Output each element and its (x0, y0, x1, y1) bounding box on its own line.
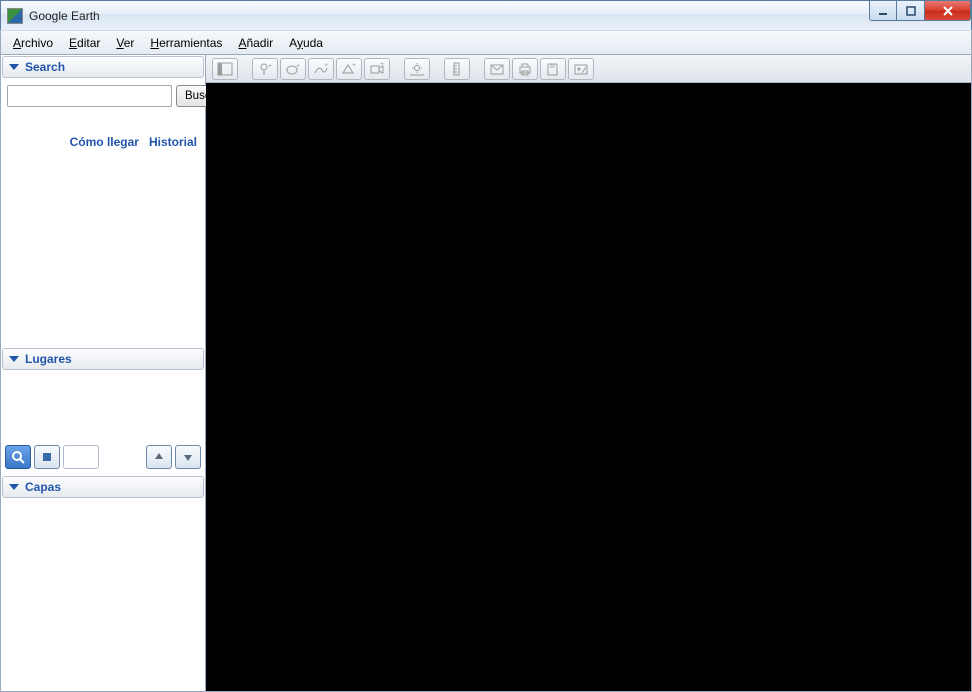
view-in-maps-button[interactable] (568, 58, 594, 80)
menu-archivo[interactable]: Archivo (5, 33, 61, 53)
menu-ayuda[interactable]: Ayuda (281, 33, 331, 53)
camera-icon: + (369, 62, 385, 76)
sidebar-places-title: Lugares (25, 352, 72, 366)
ruler-icon (449, 62, 465, 76)
app-icon (7, 8, 23, 24)
directions-link[interactable]: Cómo llegar (70, 135, 139, 149)
history-link[interactable]: Historial (149, 135, 197, 149)
window-title: Google Earth (29, 9, 100, 23)
arrow-down-icon (182, 451, 194, 463)
window-titlebar: Google Earth (0, 0, 972, 30)
record-tour-button[interactable]: + (364, 58, 390, 80)
places-stop-button[interactable] (34, 445, 60, 469)
collapse-icon (9, 484, 19, 490)
search-input[interactable] (7, 85, 172, 107)
magnifier-icon (11, 450, 25, 464)
svg-text:+: + (380, 62, 384, 68)
menu-herramientas[interactable]: Herramientas (142, 33, 230, 53)
sun-icon (409, 62, 425, 76)
add-image-overlay-button[interactable]: + (336, 58, 362, 80)
sidebar-icon (217, 62, 233, 76)
stop-icon (41, 451, 53, 463)
svg-text:+: + (296, 63, 300, 70)
pushpin-icon: + (257, 62, 273, 76)
print-button[interactable] (512, 58, 538, 80)
sidebar-layers-title: Capas (25, 480, 61, 494)
menubar: Archivo Editar Ver Herramientas Añadir A… (0, 30, 972, 55)
collapse-icon (9, 356, 19, 362)
sidebar-places-body (1, 371, 205, 441)
add-polygon-button[interactable]: + (280, 58, 306, 80)
sunlight-button[interactable] (404, 58, 430, 80)
places-up-button[interactable] (146, 445, 172, 469)
save-image-icon (545, 62, 561, 76)
maps-icon (573, 62, 589, 76)
add-path-button[interactable]: + (308, 58, 334, 80)
window-maximize-button[interactable] (897, 1, 925, 21)
svg-text:+: + (268, 63, 272, 70)
map-toolbar: + + + + + (206, 55, 971, 83)
sidebar-search-title: Search (25, 60, 65, 74)
svg-text:+: + (324, 62, 328, 69)
email-icon (489, 62, 505, 76)
polygon-icon: + (285, 62, 301, 76)
sidebar-layers-header[interactable]: Capas (2, 476, 204, 498)
menu-ver[interactable]: Ver (108, 33, 142, 53)
sidebar: Search Buscar Cómo llegar Historial Luga… (1, 55, 206, 691)
places-search-button[interactable] (5, 445, 31, 469)
sidebar-places-header[interactable]: Lugares (2, 348, 204, 370)
svg-text:+: + (352, 62, 356, 69)
collapse-icon (9, 64, 19, 70)
window-controls (869, 1, 971, 21)
ruler-button[interactable] (444, 58, 470, 80)
window-close-button[interactable] (925, 1, 971, 21)
main-content: + + + + + (206, 55, 971, 691)
sidebar-search-empty (1, 155, 205, 347)
sidebar-search-header[interactable]: Search (2, 56, 204, 78)
sidebar-layers-body (1, 499, 205, 691)
save-image-button[interactable] (540, 58, 566, 80)
map-viewport[interactable] (206, 83, 971, 691)
overlay-icon: + (341, 62, 357, 76)
add-placemark-button[interactable]: + (252, 58, 278, 80)
sidebar-search-body: Buscar Cómo llegar Historial (1, 79, 205, 155)
print-icon (517, 62, 533, 76)
arrow-up-icon (153, 451, 165, 463)
menu-editar[interactable]: Editar (61, 33, 108, 53)
places-slider[interactable] (63, 445, 99, 469)
window-minimize-button[interactable] (869, 1, 897, 21)
menu-anadir[interactable]: Añadir (230, 33, 281, 53)
places-down-button[interactable] (175, 445, 201, 469)
email-button[interactable] (484, 58, 510, 80)
places-toolbar (1, 441, 205, 475)
toggle-sidebar-button[interactable] (212, 58, 238, 80)
path-icon: + (313, 62, 329, 76)
